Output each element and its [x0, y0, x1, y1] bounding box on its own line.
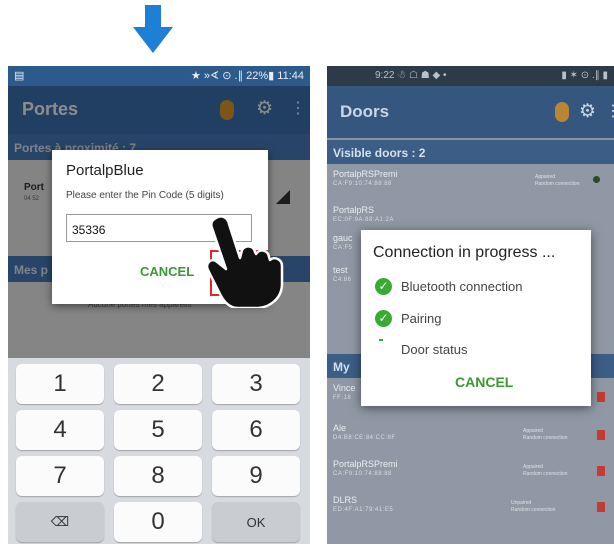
dialog-title: PortalpBlue	[66, 162, 144, 179]
key-8[interactable]: 8	[114, 456, 202, 496]
dialog-title: Connection in progress ...	[373, 244, 556, 261]
key-7[interactable]: 7	[16, 456, 104, 496]
pending-indicator-icon	[379, 339, 383, 341]
key-3[interactable]: 3	[212, 364, 300, 404]
key-1[interactable]: 1	[16, 364, 104, 404]
key-0[interactable]: 0	[114, 502, 202, 542]
list-item[interactable]: PortalpRSPremi CA:F9:10:74:88:88 Appaire…	[327, 454, 614, 491]
step-bluetooth: Bluetooth connection	[401, 279, 523, 294]
key-6[interactable]: 6	[212, 410, 300, 450]
trash-icon[interactable]	[597, 466, 605, 476]
connection-dialog: Connection in progress ... ✓ Bluetooth c…	[361, 230, 591, 406]
status-bar: ▤ ★ »∢ ⊙ .∥ 22%▮ 11:44	[8, 66, 310, 86]
trash-icon[interactable]	[597, 392, 605, 402]
list-item[interactable]: PortalpRSPremi CA:F9:10:74:88:88 Appaire…	[327, 164, 614, 201]
numeric-keyboard: 1 2 3 4 5 6 7 8 9 ⌫ 0 OK	[8, 358, 310, 544]
section-header-visible: Visible doors : 2	[327, 140, 614, 164]
bluetooth-icon[interactable]	[555, 102, 569, 122]
key-2[interactable]: 2	[114, 364, 202, 404]
check-circle-icon: ✓	[375, 278, 392, 295]
list-item[interactable]: DLRS ED:4F:A1:79:41:E5 Unpaired Random c…	[327, 490, 614, 544]
dialog-message: Please enter the Pin Code (5 digits)	[66, 190, 224, 201]
app-bar: Doors ⚙ ⋮	[327, 86, 614, 138]
gear-icon[interactable]: ⚙	[579, 100, 596, 123]
step-door-status: Door status	[401, 342, 468, 357]
key-ok[interactable]: OK	[212, 502, 300, 542]
key-9[interactable]: 9	[212, 456, 300, 496]
trash-icon[interactable]	[597, 502, 605, 512]
image-icon: ▤	[14, 70, 25, 82]
step-pairing: Pairing	[401, 311, 442, 326]
app-title: Doors	[340, 102, 390, 121]
right-phone-screen: 9:22 ☃ ☖ ☗ ◆ • ▮ ✶ ⊙ .∥ ▮ Doors ⚙ ⋮ Visi…	[327, 66, 614, 544]
key-5[interactable]: 5	[114, 410, 202, 450]
backspace-icon[interactable]: ⌫	[16, 502, 104, 542]
list-item[interactable]: Ale D4:B8:CE:84:CC:8F Appaired Random co…	[327, 418, 614, 455]
check-circle-icon: ✓	[375, 310, 392, 327]
cancel-button[interactable]: CANCEL	[140, 264, 194, 279]
toggle-icon[interactable]	[593, 176, 600, 183]
cancel-button[interactable]: CANCEL	[455, 374, 513, 390]
overflow-menu-icon[interactable]: ⋮	[605, 101, 614, 121]
trash-icon[interactable]	[597, 430, 605, 440]
key-4[interactable]: 4	[16, 410, 104, 450]
status-text: ★ »∢ ⊙ .∥ 22%▮ 11:44	[190, 70, 304, 82]
pointing-hand-icon	[205, 215, 284, 308]
list-item[interactable]: PortalpRS EC:0F:9A:88:A1:2A	[327, 200, 614, 229]
status-bar: 9:22 ☃ ☖ ☗ ◆ • ▮ ✶ ⊙ .∥ ▮	[327, 66, 614, 86]
down-arrow-icon	[133, 5, 173, 53]
